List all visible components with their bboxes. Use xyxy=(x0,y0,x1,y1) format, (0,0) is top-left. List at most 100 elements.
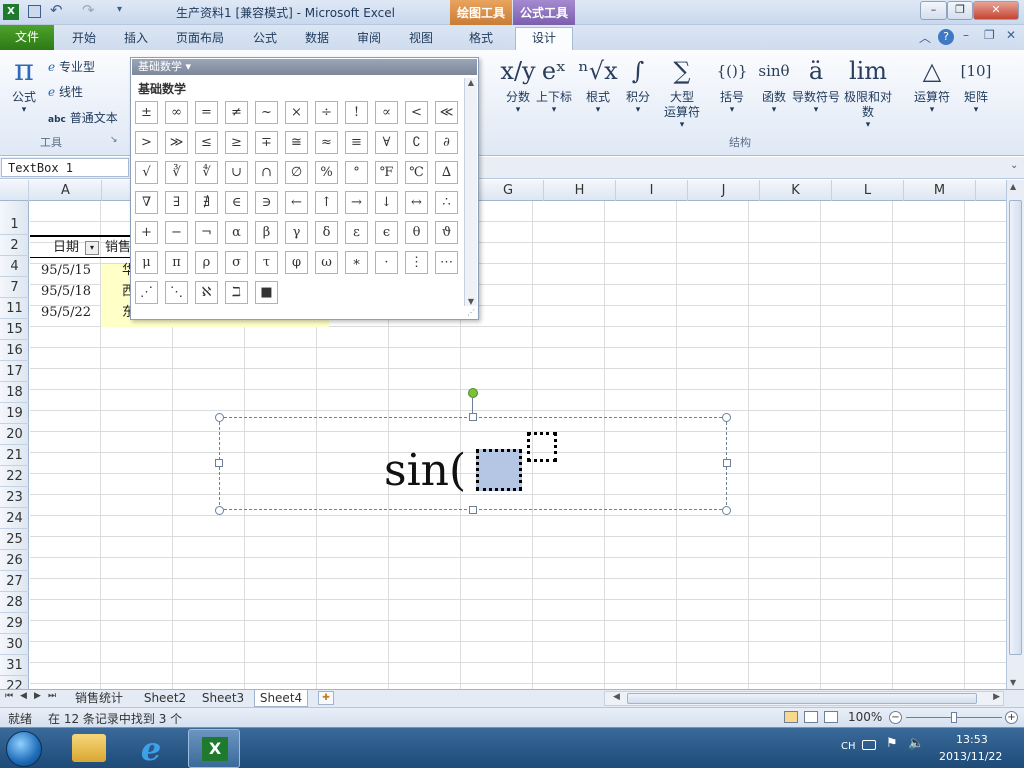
palette-category-dropdown[interactable]: 基础数学 ▾ xyxy=(132,59,477,75)
symbol-button-59[interactable]: τ xyxy=(255,251,278,274)
sheet-tab-sheet4[interactable]: Sheet4 xyxy=(254,690,308,707)
cell-date-2[interactable]: 95/5/18 xyxy=(30,281,102,302)
tab-formulas[interactable]: 公式 xyxy=(243,28,287,50)
row-header-5[interactable]: 15 xyxy=(0,319,29,340)
symbol-button-16[interactable]: ≅ xyxy=(285,131,308,154)
scroll-up-icon[interactable]: ▲ xyxy=(1010,182,1016,191)
resize-handle-l[interactable] xyxy=(215,459,223,467)
row-header-19[interactable]: 29 xyxy=(0,613,29,634)
symbol-button-49[interactable]: γ xyxy=(285,221,308,244)
structure-button-8[interactable]: lim 极限和对数 ▾ xyxy=(844,54,892,130)
row-header-10[interactable]: 20 xyxy=(0,424,29,445)
sheet-nav-last-icon[interactable]: ⏭ xyxy=(48,691,56,701)
help-icon[interactable]: ? xyxy=(938,29,954,45)
tab-format[interactable]: 格式 xyxy=(456,28,506,50)
row-header-11[interactable]: 21 xyxy=(0,445,29,466)
resize-handle-tl[interactable] xyxy=(215,413,224,422)
structure-button-3[interactable]: ∫ 积分 ▾ xyxy=(614,54,662,115)
symbol-button-18[interactable]: ≡ xyxy=(345,131,368,154)
structure-button-4[interactable]: ∑ 大型 运算符 ▾ xyxy=(658,54,706,130)
symbol-button-13[interactable]: ≤ xyxy=(195,131,218,154)
structure-button-9[interactable]: △ 运算符 ▾ xyxy=(908,54,956,115)
symbol-button-5[interactable]: × xyxy=(285,101,308,124)
symbol-button-68[interactable]: ℵ xyxy=(195,281,218,304)
symbol-button-47[interactable]: α xyxy=(225,221,248,244)
symbol-button-43[interactable]: ∴ xyxy=(435,191,458,214)
column-header-g[interactable]: G xyxy=(473,180,544,201)
symbol-button-53[interactable]: θ xyxy=(405,221,428,244)
cell-date-3[interactable]: 95/5/22 xyxy=(30,302,102,323)
row-header-13[interactable]: 23 xyxy=(0,487,29,508)
symbol-button-58[interactable]: σ xyxy=(225,251,248,274)
rotate-handle[interactable] xyxy=(468,388,478,398)
sheet-tab-sales[interactable]: 销售统计 xyxy=(66,690,132,707)
symbol-button-14[interactable]: ≥ xyxy=(225,131,248,154)
row-header-9[interactable]: 19 xyxy=(0,403,29,424)
normal-text-button[interactable]: abc 普通文本 xyxy=(48,109,118,126)
name-box[interactable]: TextBox 1 xyxy=(1,158,129,177)
symbol-button-63[interactable]: · xyxy=(375,251,398,274)
zoom-slider-thumb[interactable] xyxy=(951,712,957,723)
symbol-button-41[interactable]: ↓ xyxy=(375,191,398,214)
workbook-close-icon[interactable]: ✕ xyxy=(1006,28,1016,42)
scroll-thumb[interactable] xyxy=(1009,200,1022,655)
symbol-button-46[interactable]: ¬ xyxy=(195,221,218,244)
structure-button-5[interactable]: {()} 括号 ▾ xyxy=(708,54,756,115)
clock-date[interactable]: 2013/11/22 xyxy=(939,750,1002,763)
zoom-in-icon[interactable]: + xyxy=(1005,711,1018,724)
scroll-left-icon[interactable]: ◀ xyxy=(613,692,620,702)
close-button[interactable]: ✕ xyxy=(973,1,1019,20)
symbol-button-12[interactable]: ≫ xyxy=(165,131,188,154)
symbol-button-25[interactable]: ∪ xyxy=(225,161,248,184)
equation-placeholder-base[interactable] xyxy=(476,449,522,491)
structure-button-1[interactable]: eˣ 上下标 ▾ xyxy=(530,54,578,115)
row-header-3[interactable]: 7 xyxy=(0,277,29,298)
sheet-nav-next-icon[interactable]: ▶ xyxy=(34,691,41,701)
symbol-button-3[interactable]: ≠ xyxy=(225,101,248,124)
ribbon-collapse-icon[interactable]: ︿ xyxy=(919,29,931,46)
row-header-14[interactable]: 24 xyxy=(0,508,29,529)
symbol-button-37[interactable]: ∋ xyxy=(255,191,278,214)
symbol-button-62[interactable]: ∗ xyxy=(345,251,368,274)
scroll-up-icon[interactable]: ▲ xyxy=(465,78,477,87)
file-tab[interactable]: 文件 xyxy=(0,25,54,50)
row-header-12[interactable]: 22 xyxy=(0,466,29,487)
symbol-button-8[interactable]: ∝ xyxy=(375,101,398,124)
symbol-button-0[interactable]: ± xyxy=(135,101,158,124)
symbol-button-42[interactable]: ↔ xyxy=(405,191,428,214)
resize-handle-t[interactable] xyxy=(469,413,477,421)
column-header-l[interactable]: L xyxy=(832,180,904,201)
symbol-button-31[interactable]: ℃ xyxy=(405,161,428,184)
symbol-button-7[interactable]: ! xyxy=(345,101,368,124)
workbook-minimize-icon[interactable]: – xyxy=(963,28,969,42)
symbol-button-34[interactable]: ∃ xyxy=(165,191,188,214)
symbol-button-61[interactable]: ω xyxy=(315,251,338,274)
sheet-nav-prev-icon[interactable]: ◀ xyxy=(20,691,27,701)
symbol-button-44[interactable]: + xyxy=(135,221,158,244)
symbol-button-57[interactable]: ρ xyxy=(195,251,218,274)
row-header-1[interactable]: 2 xyxy=(0,235,29,256)
resize-handle-b[interactable] xyxy=(469,506,477,514)
sheet-tab-sheet3[interactable]: Sheet3 xyxy=(198,690,248,707)
row-header-0[interactable]: 1 xyxy=(0,214,29,235)
dialog-launcher-icon[interactable]: ↘ xyxy=(110,135,118,145)
symbol-button-51[interactable]: ε xyxy=(345,221,368,244)
minimize-button[interactable]: – xyxy=(920,1,947,20)
symbol-button-38[interactable]: ← xyxy=(285,191,308,214)
structure-button-10[interactable]: [10] 矩阵 ▾ xyxy=(952,54,1000,115)
symbol-button-52[interactable]: ϵ xyxy=(375,221,398,244)
symbol-button-9[interactable]: < xyxy=(405,101,428,124)
resize-handle-r[interactable] xyxy=(723,459,731,467)
tab-insert[interactable]: 插入 xyxy=(114,28,158,50)
excel-taskbar-icon[interactable]: X xyxy=(188,729,240,768)
symbol-button-56[interactable]: π xyxy=(165,251,188,274)
scroll-down-icon[interactable]: ▼ xyxy=(465,297,477,306)
tab-view[interactable]: 视图 xyxy=(399,28,443,50)
scroll-right-icon[interactable]: ▶ xyxy=(993,692,1000,702)
row-header-2[interactable]: 4 xyxy=(0,256,29,277)
tab-design[interactable]: 设计 xyxy=(515,27,573,50)
symbol-button-39[interactable]: ↑ xyxy=(315,191,338,214)
symbol-button-64[interactable]: ⋮ xyxy=(405,251,428,274)
symbol-button-33[interactable]: ∇ xyxy=(135,191,158,214)
symbol-button-24[interactable]: ∜ xyxy=(195,161,218,184)
